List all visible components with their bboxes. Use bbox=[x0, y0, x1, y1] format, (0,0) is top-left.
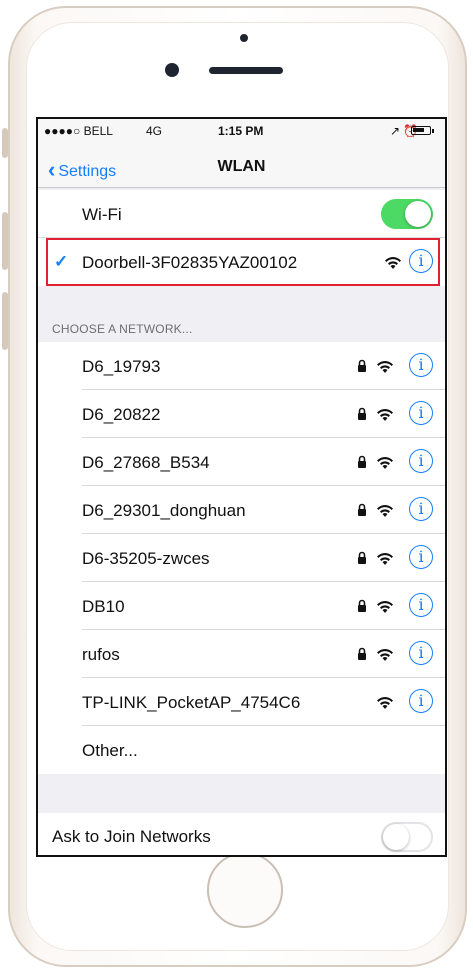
connected-network-row[interactable]: ✓ Doorbell-3F02835YAZ00102 i bbox=[38, 238, 445, 286]
status-bar: ●●●●○ BELL 4G 1:15 PM ↗ ⏰ bbox=[38, 119, 445, 143]
info-icon[interactable]: i bbox=[409, 641, 433, 665]
wifi-signal-icon bbox=[377, 457, 393, 469]
network-name: D6_19793 bbox=[82, 357, 161, 376]
mute-switch bbox=[2, 128, 8, 158]
other-network-row[interactable]: Other... bbox=[38, 726, 445, 774]
wifi-signal-icon bbox=[385, 257, 401, 269]
wifi-signal-icon bbox=[377, 697, 393, 709]
checkmark-icon: ✓ bbox=[54, 252, 69, 271]
network-name: TP-LINK_PocketAP_4754C6 bbox=[82, 693, 301, 712]
lock-icon bbox=[358, 455, 366, 468]
network-name: DB10 bbox=[82, 597, 125, 616]
info-icon[interactable]: i bbox=[409, 401, 433, 425]
proximity-sensor bbox=[240, 34, 248, 42]
other-network-label: Other... bbox=[82, 741, 138, 760]
connected-network-name: Doorbell-3F02835YAZ00102 bbox=[82, 253, 298, 272]
network-name: D6_29301_donghuan bbox=[82, 501, 246, 520]
ask-to-join-group: Ask to Join Networks bbox=[38, 813, 445, 855]
network-row[interactable]: D6_20822 i bbox=[38, 390, 445, 438]
info-icon[interactable]: i bbox=[409, 449, 433, 473]
wifi-label: Wi-Fi bbox=[82, 205, 122, 224]
info-icon[interactable]: i bbox=[409, 497, 433, 521]
lock-icon bbox=[358, 407, 366, 420]
volume-down-button bbox=[2, 292, 8, 350]
network-name: D6-35205-zwces bbox=[82, 549, 210, 568]
network-row[interactable]: rufos i bbox=[38, 630, 445, 678]
lock-icon bbox=[358, 359, 366, 372]
network-name: D6_20822 bbox=[82, 405, 161, 424]
info-icon[interactable]: i bbox=[409, 545, 433, 569]
network-row[interactable]: D6_27868_B534 i bbox=[38, 438, 445, 486]
earpiece-speaker bbox=[209, 67, 283, 74]
wifi-signal-icon bbox=[377, 409, 393, 421]
network-row[interactable]: TP-LINK_PocketAP_4754C6 i bbox=[38, 678, 445, 726]
ask-to-join-toggle[interactable] bbox=[381, 822, 433, 852]
carrier-signal: ●●●●○ BELL bbox=[44, 124, 113, 138]
wifi-signal-icon bbox=[377, 505, 393, 517]
info-icon[interactable]: i bbox=[409, 353, 433, 377]
network-row[interactable]: DB10 i bbox=[38, 582, 445, 630]
network-name: D6_27868_B534 bbox=[82, 453, 210, 472]
wifi-signal-icon bbox=[377, 649, 393, 661]
info-icon[interactable]: i bbox=[409, 689, 433, 713]
section-header: CHOOSE A NETWORK... bbox=[52, 322, 193, 336]
lock-icon bbox=[358, 599, 366, 612]
lock-icon bbox=[358, 551, 366, 564]
network-name: rufos bbox=[82, 645, 120, 664]
wifi-signal-icon bbox=[377, 361, 393, 373]
ask-to-join-label: Ask to Join Networks bbox=[52, 827, 211, 846]
wifi-toggle-row: Wi-Fi bbox=[38, 190, 445, 238]
network-type: 4G bbox=[146, 124, 163, 138]
navigation-bar: ‹ Settings WLAN bbox=[38, 143, 445, 188]
network-list: D6_19793 i D6_20822 i D6_27868_B534 i D6_29301… bbox=[38, 342, 445, 774]
wifi-signal-icon bbox=[377, 553, 393, 565]
battery-icon bbox=[411, 126, 434, 135]
network-row[interactable]: D6_29301_donghuan i bbox=[38, 486, 445, 534]
info-icon[interactable]: i bbox=[409, 593, 433, 617]
front-camera bbox=[165, 63, 179, 77]
wifi-group: Wi-Fi ✓ Doorbell-3F02835YAZ00102 i bbox=[38, 190, 445, 286]
home-button[interactable] bbox=[207, 852, 283, 928]
network-row[interactable]: D6_19793 i bbox=[38, 342, 445, 390]
info-icon[interactable]: i bbox=[409, 249, 433, 273]
wifi-signal-icon bbox=[377, 601, 393, 613]
network-row[interactable]: D6-35205-zwces i bbox=[38, 534, 445, 582]
screen: ●●●●○ BELL 4G 1:15 PM ↗ ⏰ ‹ Settings WLAN… bbox=[36, 117, 447, 857]
wifi-toggle[interactable] bbox=[381, 199, 433, 229]
volume-up-button bbox=[2, 212, 8, 270]
lock-icon bbox=[358, 503, 366, 516]
lock-icon bbox=[358, 647, 366, 660]
clock: 1:15 PM bbox=[218, 124, 264, 138]
page-title: WLAN bbox=[217, 158, 266, 175]
ask-to-join-row: Ask to Join Networks bbox=[38, 813, 445, 855]
